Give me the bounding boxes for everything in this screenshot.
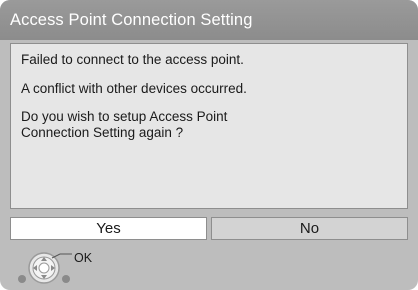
- remote-dpad-icon: [18, 252, 72, 284]
- dialog-title: Access Point Connection Setting: [0, 0, 418, 40]
- yes-button[interactable]: Yes: [10, 217, 207, 240]
- no-button[interactable]: No: [211, 217, 408, 240]
- access-point-dialog: Access Point Connection Setting Failed t…: [0, 0, 418, 290]
- message-panel: Failed to connect to the access point. A…: [10, 43, 408, 209]
- retry-question: Do you wish to setup Access Point Connec…: [21, 109, 228, 140]
- ok-label: OK: [74, 251, 93, 265]
- error-message: Failed to connect to the access point.: [21, 52, 244, 67]
- button-row: Yes No: [10, 217, 408, 240]
- ok-help-hint: OK: [16, 246, 136, 286]
- conflict-message: A conflict with other devices occurred.: [21, 80, 247, 96]
